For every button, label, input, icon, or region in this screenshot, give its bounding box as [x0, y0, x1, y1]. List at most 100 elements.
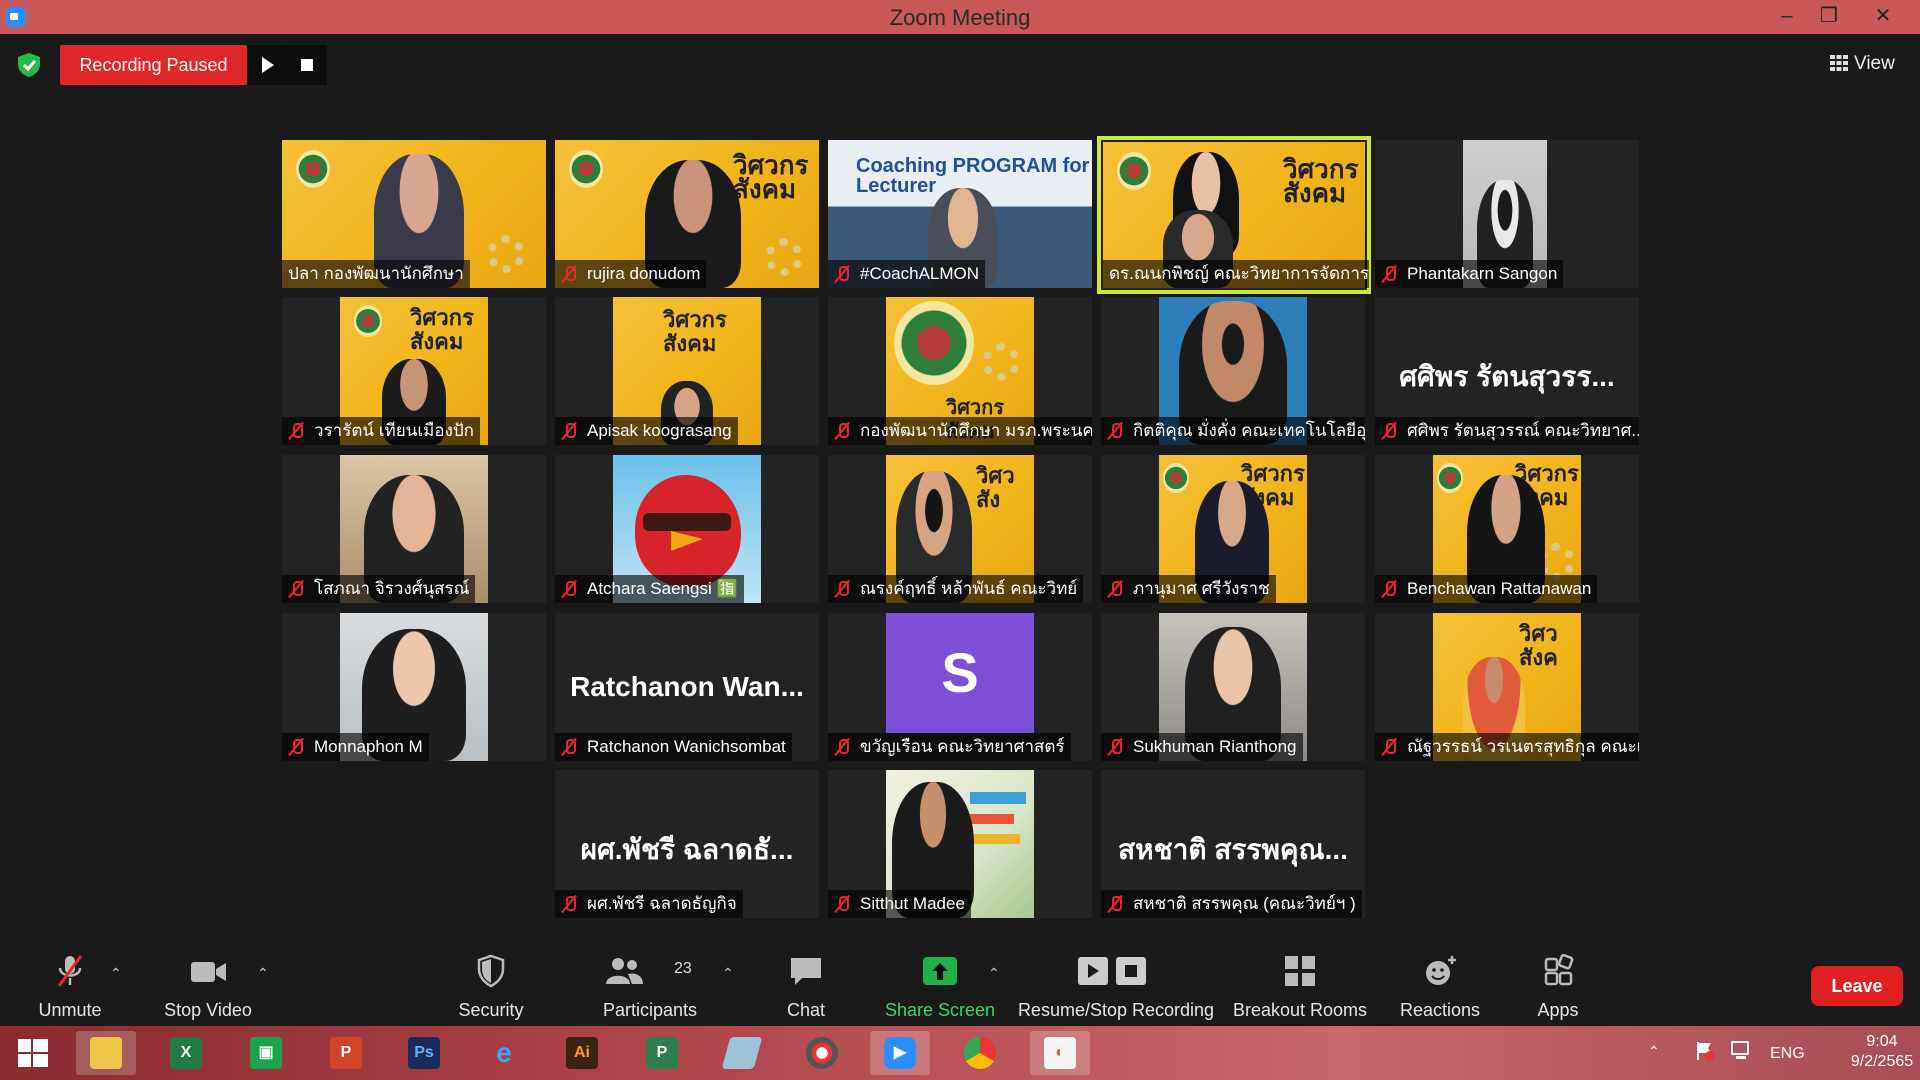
- video-options-chevron-up-icon[interactable]: ⌃: [257, 966, 271, 980]
- video-tile[interactable]: วิศวกร สังคม ภานุมาศ ศรีวังราช: [1101, 455, 1365, 603]
- taskbar-app[interactable]: [712, 1031, 772, 1075]
- windows-logo-icon: [18, 1039, 48, 1067]
- recording-controls-icon: [1078, 957, 1146, 985]
- stop-recording-button[interactable]: [287, 45, 327, 85]
- video-tile[interactable]: โสภณา จิรวงศ์นุสรณ์: [282, 455, 546, 603]
- video-tile[interactable]: วิศวกรสังคม กองพัฒนานักศึกษา มรภ.พระนคร: [828, 297, 1092, 445]
- participant-name-label: #CoachALMON: [828, 260, 986, 288]
- unmute-button[interactable]: Unmute: [22, 944, 118, 1026]
- reactions-button[interactable]: Reactions: [1392, 944, 1488, 1026]
- stop-video-button[interactable]: Stop Video: [150, 944, 266, 1026]
- security-button[interactable]: Security: [441, 944, 541, 1026]
- resume-stop-recording-button[interactable]: Resume/Stop Recording: [1012, 944, 1220, 1026]
- video-tile-no-video[interactable]: สหชาติ สรรพคุณ... สหชาติ สรรพคุณ (คณะวิท…: [1101, 770, 1365, 918]
- participants-label: Participants: [602, 1000, 698, 1020]
- clock[interactable]: 9:04 9/2/2565: [1850, 1033, 1914, 1071]
- share-options-chevron-up-icon[interactable]: ⌃: [988, 966, 1002, 980]
- avatar-initial: S: [941, 641, 979, 704]
- video-tile[interactable]: Sukhuman Rianthong: [1101, 613, 1365, 761]
- start-button[interactable]: [4, 1031, 64, 1075]
- video-tile[interactable]: วิศวกร สังคม วรารัตน์ เทียนเมืองปัก: [282, 297, 546, 445]
- participant-name-label: กองพัฒนานักศึกษา มรภ.พระนคร: [828, 417, 1092, 445]
- share-screen-button[interactable]: Share Screen: [878, 944, 1002, 1026]
- video-tile[interactable]: S ขวัญเรือน คณะวิทยาศาสตร์: [828, 613, 1092, 761]
- breakout-rooms-button[interactable]: Breakout Rooms: [1228, 944, 1372, 1026]
- participant-name-label: โสภณา จิรวงศ์นุสรณ์: [282, 575, 476, 603]
- taskbar-store[interactable]: ▣: [236, 1031, 296, 1075]
- video-tile-no-video[interactable]: ศศิพร รัตนสุวรร... ศศิพร รัตนสุวรรณ์ คณะ…: [1375, 297, 1639, 445]
- video-tile[interactable]: Coaching PROGRAM for Lecturer #CoachALMO…: [828, 140, 1092, 288]
- muted-mic-icon: [834, 580, 850, 598]
- security-label: Security: [458, 1000, 524, 1020]
- recording-label: Resume/Stop Recording: [1017, 1000, 1215, 1020]
- chat-bubble-icon: [791, 958, 821, 985]
- restore-icon[interactable]: ❐: [1808, 2, 1850, 30]
- window-title: Zoom Meeting: [889, 5, 1031, 30]
- participants-options-chevron-up-icon[interactable]: ⌃: [722, 966, 736, 980]
- muted-microphone-icon: [57, 955, 83, 987]
- language-indicator[interactable]: ENG: [1770, 1045, 1805, 1063]
- video-tile[interactable]: ปลา กองพัฒนานักศึกษา: [282, 140, 546, 288]
- taskbar-project[interactable]: P: [632, 1031, 692, 1075]
- taskbar-illustrator[interactable]: Ai: [552, 1031, 612, 1075]
- muted-mic-icon: [561, 580, 577, 598]
- video-tile[interactable]: วิศวกร สังคม rujira donudom: [555, 140, 819, 288]
- video-tile-active-speaker[interactable]: วิศวกร สังคม ดร.ณนกพิชญ์ คณะวิทยาการจัดกา…: [1097, 136, 1371, 294]
- app-icon: [721, 1037, 763, 1069]
- taskbar-photoshop[interactable]: Ps: [394, 1031, 454, 1075]
- network-icon[interactable]: [1730, 1040, 1754, 1062]
- video-tile[interactable]: วิศวกร สังคม Apisak koograsang: [555, 297, 819, 445]
- participant-display-name: ศศิพร รัตนสุวรร...: [1399, 361, 1615, 392]
- video-tile[interactable]: วิศวกร สังคม Benchawan Rattanawan: [1375, 455, 1639, 603]
- smiley-icon: [1426, 956, 1456, 985]
- photoscape-icon: [806, 1037, 838, 1069]
- show-hidden-icons-chevron-icon[interactable]: ⌃: [1648, 1043, 1660, 1060]
- participant-name-label: ปลา กองพัฒนานักศึกษา: [282, 260, 470, 288]
- share-screen-label: Share Screen: [884, 1000, 996, 1020]
- taskbar-file-explorer[interactable]: [76, 1031, 136, 1075]
- taskbar-photoscape[interactable]: [792, 1031, 852, 1075]
- muted-mic-icon: [1107, 580, 1123, 598]
- encryption-shield-icon[interactable]: [16, 52, 42, 78]
- video-tile[interactable]: Phantakarn Sangon: [1375, 140, 1639, 288]
- clock-time: 9:04: [1866, 1033, 1898, 1050]
- video-tile[interactable]: Sitthut Madee: [828, 770, 1092, 918]
- muted-mic-icon: [834, 895, 850, 913]
- participants-count: 23: [674, 960, 692, 977]
- video-tile[interactable]: กิตติคุณ มั่งคั่ง คณะเทคโนโลยีอุ...: [1101, 297, 1365, 445]
- video-tile[interactable]: วิศว สังค ณัฐวรรธน์ วรเนตรสุทธิกุล คณะเ..…: [1375, 613, 1639, 761]
- apps-button[interactable]: Apps: [1518, 944, 1598, 1026]
- muted-mic-icon: [1381, 265, 1397, 283]
- apps-label: Apps: [1537, 1000, 1579, 1020]
- resume-recording-button[interactable]: [247, 45, 287, 85]
- recording-status: Recording Paused: [60, 45, 247, 85]
- participant-name-label: สหชาติ สรรพคุณ (คณะวิทย์ฯ ): [1101, 890, 1362, 918]
- action-center-flag-icon[interactable]: [1694, 1040, 1716, 1062]
- unmute-label: Unmute: [38, 1000, 102, 1020]
- taskbar-zoom[interactable]: ▶: [870, 1031, 930, 1075]
- reactions-label: Reactions: [1399, 1000, 1481, 1020]
- taskbar-powerpoint[interactable]: P: [316, 1031, 376, 1075]
- muted-mic-icon: [561, 265, 577, 283]
- view-button[interactable]: View: [1830, 49, 1906, 79]
- video-tile[interactable]: Monnaphon M: [282, 613, 546, 761]
- minimize-icon[interactable]: –: [1766, 2, 1808, 30]
- video-tile[interactable]: วิศว สัง ณรงค์ฤทธิ์ หล้าพันธ์ คณะวิทย์: [828, 455, 1092, 603]
- taskbar-app-2[interactable]: ◐: [1030, 1031, 1090, 1075]
- close-icon[interactable]: ✕: [1862, 2, 1904, 30]
- video-tile[interactable]: Atchara Saengsi 🈯: [555, 455, 819, 603]
- windows-taskbar: X ▣ P Ps e Ai P ▶ ◐ ⌃: [0, 1026, 1920, 1080]
- security-shield-icon: [477, 954, 505, 988]
- muted-mic-icon: [1107, 422, 1123, 440]
- video-tile-no-video[interactable]: Ratchanon Wan... Ratchanon Wanichsombat: [555, 613, 819, 761]
- video-tile-no-video[interactable]: ผศ.พัชรี ฉลาดธั... ผศ.พัชรี ฉลาดธัญกิจ: [555, 770, 819, 918]
- chat-button[interactable]: Chat: [766, 944, 846, 1026]
- internet-explorer-icon: e: [496, 1037, 512, 1068]
- taskbar-internet-explorer[interactable]: e: [474, 1031, 534, 1075]
- leave-button[interactable]: Leave: [1811, 966, 1903, 1006]
- participants-button[interactable]: 23 Participants: [590, 944, 710, 1026]
- audio-options-chevron-up-icon[interactable]: ⌃: [110, 966, 124, 980]
- illustrator-icon: Ai: [566, 1037, 598, 1069]
- taskbar-excel[interactable]: X: [156, 1031, 216, 1075]
- taskbar-chrome[interactable]: [950, 1031, 1010, 1075]
